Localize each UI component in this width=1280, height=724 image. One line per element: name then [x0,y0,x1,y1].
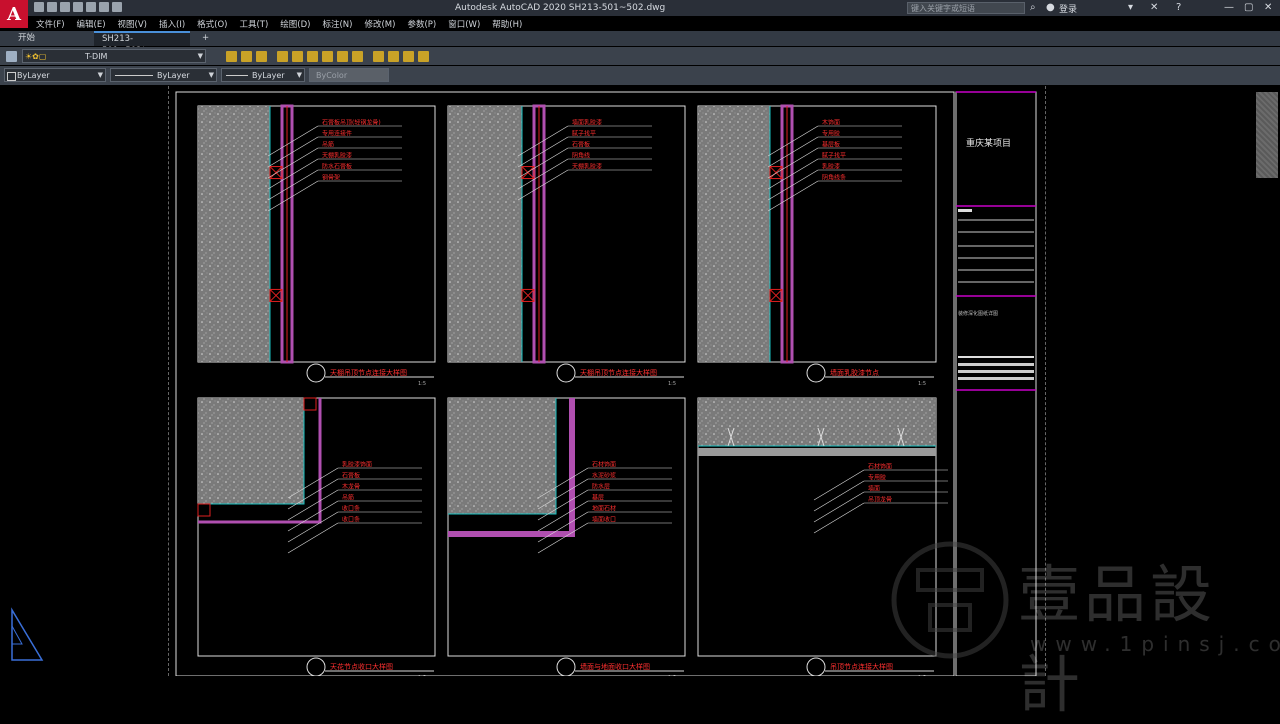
user-icon[interactable]: ● [1046,2,1055,13]
search-icon[interactable]: ⌕ [1030,2,1036,13]
menu-item[interactable]: 窗口(W) [442,16,486,30]
layer-tool-icon[interactable] [256,51,267,62]
minimize-icon[interactable]: — [1224,2,1234,13]
plotstyle-value: ByColor [316,71,348,80]
save-icon[interactable] [60,2,70,12]
layer-tool-icon[interactable] [352,51,363,62]
layer-tool-icon[interactable] [307,51,318,62]
chevron-down-icon: ▼ [197,52,203,60]
layer-tool-icon[interactable] [322,51,333,62]
close-icon[interactable]: ✕ [1264,2,1272,13]
window-title: Autodesk AutoCAD 2020 SH213-501~502.dwg [455,3,666,13]
layer-toolbar: ☀✿▢ T-DIM ▼ [0,47,1280,65]
restore-icon[interactable]: ▢ [1244,2,1253,13]
viewport-boundary [168,86,169,676]
cart-icon[interactable]: ▾ [1128,2,1133,13]
connect-icon[interactable]: ✕ [1150,2,1158,13]
plotstyle-dropdown: ByColor [309,68,389,82]
layer-name: T-DIM [85,52,108,61]
new-tab-button[interactable]: + [194,31,210,46]
ucs-icon [11,607,44,661]
layer-tool-icon[interactable] [418,51,429,62]
color-swatch [7,72,16,81]
layer-tool-icon[interactable] [277,51,288,62]
plot-icon[interactable] [86,2,96,12]
layer-tool-icon[interactable] [388,51,399,62]
layer-tool-icon[interactable] [292,51,303,62]
menu-item[interactable]: 编辑(E) [71,16,112,30]
help-icon[interactable]: ? [1176,2,1181,13]
menu-bar: 文件(F) 编辑(E) 视图(V) 插入(I) 格式(O) 工具(T) 绘图(D) 标注(N)… [30,16,528,30]
layer-tool-icon[interactable] [241,51,252,62]
lineweight-dropdown[interactable]: ByLayer ▼ [221,68,305,82]
navigation-bar[interactable] [1256,92,1278,178]
menu-item[interactable]: 插入(I) [153,16,191,30]
properties-toolbar: ByLayer ▼ ByLayer ▼ ByLayer ▼ ByColor [0,66,1280,85]
layer-tool-icon[interactable] [403,51,414,62]
open-file-icon[interactable] [47,2,57,12]
new-file-icon[interactable] [34,2,44,12]
search-input[interactable]: 键入关键字或短语 [907,2,1025,14]
login-button[interactable]: 登录 [1059,2,1077,15]
quick-access-toolbar[interactable] [34,2,122,12]
color-dropdown[interactable]: ByLayer ▼ [4,68,106,82]
application-menu-button[interactable]: A [0,0,28,28]
lineweight-value: ByLayer [252,71,285,80]
color-value: ByLayer [17,71,50,80]
linetype-sample [115,75,153,76]
document-tab-bar: 开始 SH213-501~502*✕ + [0,31,1280,56]
menu-item[interactable]: 标注(N) [316,16,358,30]
layer-tool-icon[interactable] [337,51,348,62]
layer-tool-icon[interactable] [226,51,237,62]
menu-item[interactable]: 格式(O) [191,16,233,30]
linetype-value: ByLayer [157,71,190,80]
redo-icon[interactable] [112,2,122,12]
chevron-down-icon: ▼ [208,71,214,79]
menu-item[interactable]: 工具(T) [233,16,274,30]
layer-tool-icon[interactable] [373,51,384,62]
menu-item[interactable]: 修改(M) [358,16,401,30]
undo-icon[interactable] [99,2,109,12]
menu-item[interactable]: 参数(P) [401,16,442,30]
lineweight-sample [226,75,248,76]
menu-item[interactable]: 文件(F) [30,16,71,30]
layer-state-icons: ☀✿▢ [25,52,47,61]
title-bar: Autodesk AutoCAD 2020 SH213-501~502.dwg … [0,0,1280,16]
save-as-icon[interactable] [73,2,83,12]
tab-start[interactable]: 开始 [10,31,66,46]
chevron-down-icon: ▼ [97,71,103,79]
layer-dropdown[interactable]: ☀✿▢ T-DIM ▼ [22,49,206,63]
watermark-url: www.1pinsj.com [1030,632,1280,656]
layer-properties-icon[interactable] [6,51,17,62]
linetype-dropdown[interactable]: ByLayer ▼ [110,68,217,82]
chevron-down-icon: ▼ [296,71,302,79]
tab-drawing[interactable]: SH213-501~502*✕ [94,31,190,56]
menu-item[interactable]: 绘图(D) [274,16,316,30]
menu-item[interactable]: 视图(V) [112,16,153,30]
menu-item[interactable]: 帮助(H) [486,16,528,30]
